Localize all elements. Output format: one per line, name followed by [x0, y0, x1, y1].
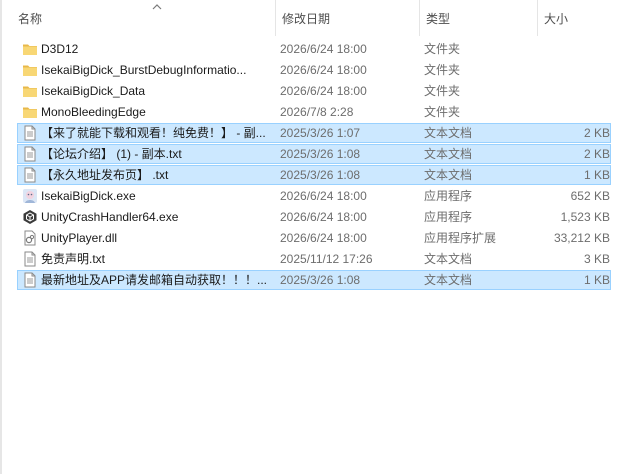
- column-header-type-label: 类型: [426, 12, 451, 26]
- file-size: 1,523 KB: [560, 210, 610, 224]
- file-type: 应用程序: [424, 189, 473, 203]
- file-type: 应用程序: [424, 210, 473, 224]
- file-size: 2 KB: [583, 147, 610, 161]
- file-name: UnityPlayer.dll: [41, 231, 118, 245]
- file-name: UnityCrashHandler64.exe: [41, 210, 179, 224]
- file-type: 文件夹: [424, 84, 461, 98]
- window-left-border: [0, 0, 2, 474]
- file-modified-date: 2026/6/24 18:00: [280, 84, 367, 98]
- file-row[interactable]: UnityPlayer.dll 2026/6/24 18:00 应用程序扩展 33,2…: [17, 228, 611, 248]
- file-size: 1 KB: [583, 273, 610, 287]
- file-name: D3D12: [41, 42, 79, 56]
- file-name: MonoBleedingEdge: [41, 105, 146, 119]
- file-size: [534, 40, 610, 59]
- file-row[interactable]: D3D12 2026/6/24 18:00 文件夹: [17, 39, 611, 59]
- column-header-name[interactable]: 名称: [12, 0, 276, 36]
- column-header-size-label: 大小: [544, 12, 569, 26]
- file-type: 文本文档: [424, 126, 473, 140]
- file-name: 【来了就能下载和观看！纯免费！】 - 副...: [41, 126, 266, 140]
- file-row[interactable]: IsekaiBigDick_BurstDebugInformatio... 202…: [17, 60, 611, 80]
- unity-icon: [22, 209, 38, 225]
- file-modified-date: 2026/6/24 18:00: [280, 210, 367, 224]
- file-modified-date: 2025/3/26 1:07: [280, 126, 361, 140]
- file-row[interactable]: 最新地址及APP请发邮箱自动获取！！！... 2025/3/26 1:08 文本文档…: [17, 270, 611, 290]
- dll-file-icon: [22, 230, 38, 246]
- folder-icon: [22, 83, 38, 99]
- sort-ascending-icon: [152, 4, 162, 10]
- column-header-size[interactable]: 大小: [538, 0, 618, 36]
- file-modified-date: 2026/7/8 2:28: [280, 105, 354, 119]
- file-modified-date: 2026/6/24 18:00: [280, 189, 367, 203]
- file-modified-date: 2025/11/12 17:26: [280, 252, 373, 266]
- text-file-icon: [22, 167, 38, 183]
- file-type: 文本文档: [424, 147, 473, 161]
- file-type: 文件夹: [424, 105, 461, 119]
- file-size: [534, 61, 610, 80]
- file-size: 2 KB: [583, 126, 610, 140]
- file-size: 652 KB: [570, 189, 610, 203]
- file-type: 文件夹: [424, 63, 461, 77]
- file-modified-date: 2026/6/24 18:00: [280, 63, 367, 77]
- text-file-icon: [22, 272, 38, 288]
- file-name: IsekaiBigDick.exe: [41, 189, 136, 203]
- file-type: 文本文档: [424, 252, 473, 266]
- file-name: 【论坛介绍】 (1) - 副本.txt: [41, 147, 182, 161]
- file-size: [534, 82, 610, 101]
- file-row[interactable]: 【永久地址发布页】 .txt 2025/3/26 1:08 文本文档 1 KB: [17, 165, 611, 185]
- file-modified-date: 2025/3/26 1:08: [280, 273, 361, 287]
- text-file-icon: [22, 251, 38, 267]
- file-row[interactable]: 免责声明.txt 2025/11/12 17:26 文本文档 3 KB: [17, 249, 611, 269]
- column-header-date[interactable]: 修改日期: [276, 0, 420, 36]
- file-type: 文件夹: [424, 42, 461, 56]
- column-header-type[interactable]: 类型: [420, 0, 538, 36]
- app-exe-icon: [22, 188, 38, 204]
- column-header-bar: 名称 修改日期 类型 大小: [2, 0, 618, 36]
- file-modified-date: 2026/6/24 18:00: [280, 42, 367, 56]
- file-name: IsekaiBigDick_BurstDebugInformatio...: [41, 63, 247, 77]
- column-header-name-label: 名称: [18, 12, 43, 26]
- file-modified-date: 2026/6/24 18:00: [280, 231, 367, 245]
- file-row[interactable]: IsekaiBigDick_Data 2026/6/24 18:00 文件夹: [17, 81, 611, 101]
- file-name: 最新地址及APP请发邮箱自动获取！！！...: [41, 273, 268, 287]
- file-type: 文本文档: [424, 168, 473, 182]
- file-row[interactable]: UnityCrashHandler64.exe 2026/6/24 18:00 应用…: [17, 207, 611, 227]
- folder-icon: [22, 41, 38, 57]
- file-row[interactable]: MonoBleedingEdge 2026/7/8 2:28 文件夹: [17, 102, 611, 122]
- file-modified-date: 2025/3/26 1:08: [280, 147, 361, 161]
- column-header-date-label: 修改日期: [282, 12, 331, 26]
- text-file-icon: [22, 125, 38, 141]
- file-name: 免责声明.txt: [41, 252, 106, 266]
- file-modified-date: 2025/3/26 1:08: [280, 168, 361, 182]
- file-row[interactable]: 【论坛介绍】 (1) - 副本.txt 2025/3/26 1:08 文本文档 2 K…: [17, 144, 611, 164]
- file-name: 【永久地址发布页】 .txt: [41, 168, 169, 182]
- file-type: 文本文档: [424, 273, 473, 287]
- folder-icon: [22, 104, 38, 120]
- file-name: IsekaiBigDick_Data: [41, 84, 146, 98]
- folder-icon: [22, 62, 38, 78]
- text-file-icon: [22, 146, 38, 162]
- file-row[interactable]: IsekaiBigDick.exe 2026/6/24 18:00 应用程序 652 …: [17, 186, 611, 206]
- file-row[interactable]: 【来了就能下载和观看！纯免费！】 - 副... 2025/3/26 1:07 文本文…: [17, 123, 611, 143]
- file-size: 1 KB: [583, 168, 610, 182]
- file-size: 3 KB: [583, 252, 610, 266]
- file-size: 33,212 KB: [553, 231, 610, 245]
- file-type: 应用程序扩展: [424, 231, 497, 245]
- file-size: [534, 103, 610, 122]
